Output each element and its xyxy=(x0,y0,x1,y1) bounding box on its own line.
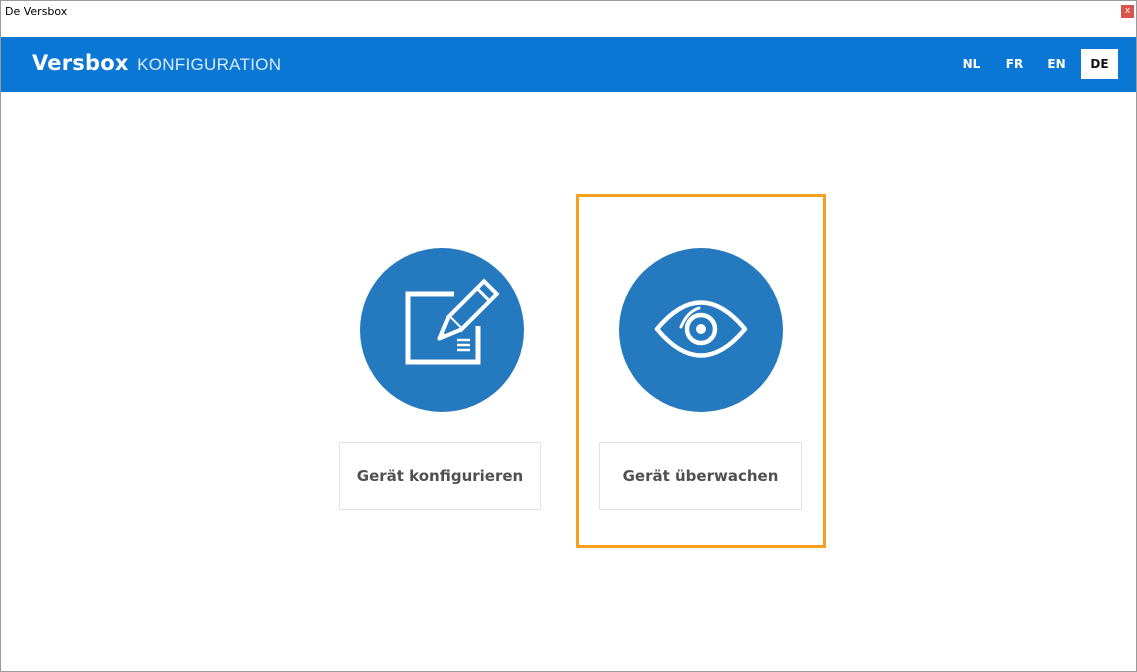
configure-device-button[interactable]: Gerät konfigurieren xyxy=(339,442,541,510)
brand-name: Versbox xyxy=(32,51,129,75)
app-window: De Versbox x Versbox KONFIGURATION NL FR… xyxy=(0,0,1137,672)
lang-nl-button[interactable]: NL xyxy=(953,49,990,79)
configure-device-icon-button[interactable] xyxy=(360,248,524,412)
close-button[interactable]: x xyxy=(1121,5,1134,18)
title-bar: De Versbox x xyxy=(1,1,1136,23)
selection-highlight xyxy=(576,194,826,548)
edit-document-icon xyxy=(405,278,500,365)
lang-de-button[interactable]: DE xyxy=(1081,49,1118,79)
app-header: Versbox KONFIGURATION NL FR EN DE xyxy=(1,37,1136,92)
brand-subtitle: KONFIGURATION xyxy=(137,55,282,74)
lang-en-button[interactable]: EN xyxy=(1038,49,1075,79)
brand: Versbox KONFIGURATION xyxy=(32,51,281,75)
lang-fr-button[interactable]: FR xyxy=(996,49,1033,79)
window-title: De Versbox xyxy=(5,5,68,18)
